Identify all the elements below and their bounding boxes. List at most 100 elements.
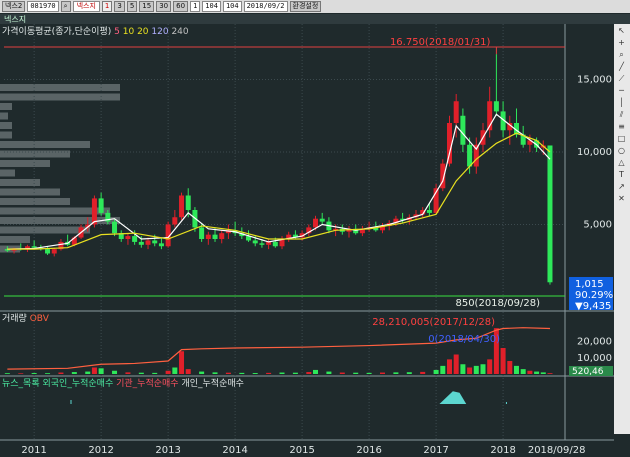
candle-body: [460, 115, 466, 145]
flows-legend-institution: 기관_누적순매수: [116, 379, 179, 389]
time-tick-label: 2016: [356, 445, 381, 456]
price-tick-label: 10,000: [577, 147, 612, 158]
candle-body: [145, 240, 151, 245]
low-annotation: 850(2018/09/28): [455, 298, 540, 309]
last-price-label: 1,015: [575, 279, 604, 290]
volume-bar: [446, 359, 452, 374]
chart-window: { "toolbar": { "window_label": "넥스2", "c…: [0, 0, 630, 457]
volume-bar: [172, 367, 178, 374]
volume-bar: [185, 369, 191, 374]
candle-body: [426, 210, 432, 213]
candle-body: [45, 249, 51, 254]
volume-last-label: 520,46: [572, 367, 604, 377]
volume-bar: [152, 372, 158, 374]
ma-period-240: 240: [171, 27, 189, 37]
volume-panel-bg: [0, 311, 614, 376]
time-tick-label: 2014: [222, 445, 247, 456]
volume-profile-bar: [0, 93, 120, 101]
volume-legend: 거래량 OBV: [2, 311, 49, 324]
volume-bar: [252, 373, 258, 374]
volume-profile-bar: [0, 226, 90, 234]
change-pct-label: 90.29%: [575, 290, 613, 301]
price-legend: 가격이동평균(종가,단순이평) 5 10 20 120 240: [2, 24, 189, 37]
volume-bar: [520, 369, 526, 374]
volume-bar: [380, 372, 386, 374]
candle-body: [547, 145, 553, 283]
volume-profile-bar: [0, 160, 50, 167]
candle-body: [467, 144, 473, 167]
candle-body: [272, 241, 278, 247]
volume-bar: [138, 372, 144, 374]
candle-body: [252, 240, 258, 244]
volume-bar: [467, 367, 473, 374]
time-tick-label: 2012: [88, 445, 113, 456]
volume-bar: [480, 364, 486, 374]
candle-body: [158, 243, 164, 247]
candle-body: [31, 246, 37, 248]
volume-bar: [326, 371, 332, 374]
candle-body: [453, 101, 459, 123]
flows-legend-foreign: 외국인_누적순매수: [42, 379, 114, 389]
volume-bar: [440, 365, 446, 374]
candle-body: [152, 240, 158, 244]
volume-profile-bar: [0, 236, 30, 243]
candle-body: [319, 218, 325, 222]
volume-bar: [266, 372, 272, 374]
volume-bar: [125, 372, 131, 374]
volume-bar: [31, 373, 37, 374]
volume-tick-label: 10,000: [577, 353, 612, 364]
time-tick-label: 2017: [423, 445, 448, 456]
volume-bar: [85, 371, 91, 374]
volume-bar: [91, 367, 97, 374]
volume-bar: [393, 372, 399, 374]
volume-bar: [473, 365, 479, 374]
volume-bar: [507, 361, 513, 374]
volume-bar: [433, 369, 439, 374]
ma-period-120: 120: [151, 27, 169, 37]
volume-bar: [513, 365, 519, 374]
volume-legend-title: 거래량: [2, 314, 27, 324]
volume-bar: [500, 348, 506, 374]
volume-bar: [406, 372, 412, 374]
price-legend-title: 가격이동평균(종가,단순이평): [2, 27, 112, 37]
candle-body: [313, 218, 319, 228]
ma-period-10: 10: [122, 27, 135, 37]
price-panel-bg: [0, 24, 614, 311]
volume-profile-bar: [0, 103, 12, 110]
volume-tick-label: 20,000: [577, 337, 612, 348]
volume-bar: [534, 371, 540, 374]
volume-profile-bar: [0, 188, 60, 196]
ma-period-20: 20: [137, 27, 149, 37]
price-tick-label: 15,000: [577, 75, 612, 86]
volume-bar: [366, 372, 372, 374]
candle-body: [205, 234, 211, 239]
candle-body: [98, 198, 104, 213]
ma-period-5: 5: [114, 27, 120, 37]
time-tick-label: 2013: [155, 445, 180, 456]
volume-bar: [527, 370, 533, 374]
high-annotation: 16.750(2018/01/31): [390, 37, 491, 48]
volume-bar: [306, 372, 312, 374]
volume-bar: [453, 354, 459, 374]
candle-body: [212, 234, 218, 239]
candle-body: [172, 217, 178, 225]
time-tick-label: 2011: [21, 445, 46, 456]
volume-bar: [98, 368, 104, 374]
volume-bar: [4, 373, 10, 374]
volume-bar: [71, 372, 77, 374]
volume-profile-bar: [0, 141, 90, 148]
volume-bar: [540, 372, 546, 374]
candle-body: [132, 236, 138, 242]
candle-body: [199, 227, 205, 239]
volume-bar: [420, 371, 426, 374]
volume-bar: [353, 372, 359, 374]
volume-bar: [547, 373, 553, 374]
candle-body: [446, 123, 452, 164]
flows-legend-news: 뉴스_목록: [2, 379, 40, 389]
candle-body: [185, 195, 191, 210]
volume-bar: [239, 372, 245, 374]
flows-legend: 뉴스_목록 외국인_누적순매수 기관_누적순매수 개인_누적순매수: [2, 376, 244, 389]
volume-bar: [18, 373, 24, 374]
candle-body: [91, 198, 97, 225]
candle-body: [138, 241, 144, 245]
